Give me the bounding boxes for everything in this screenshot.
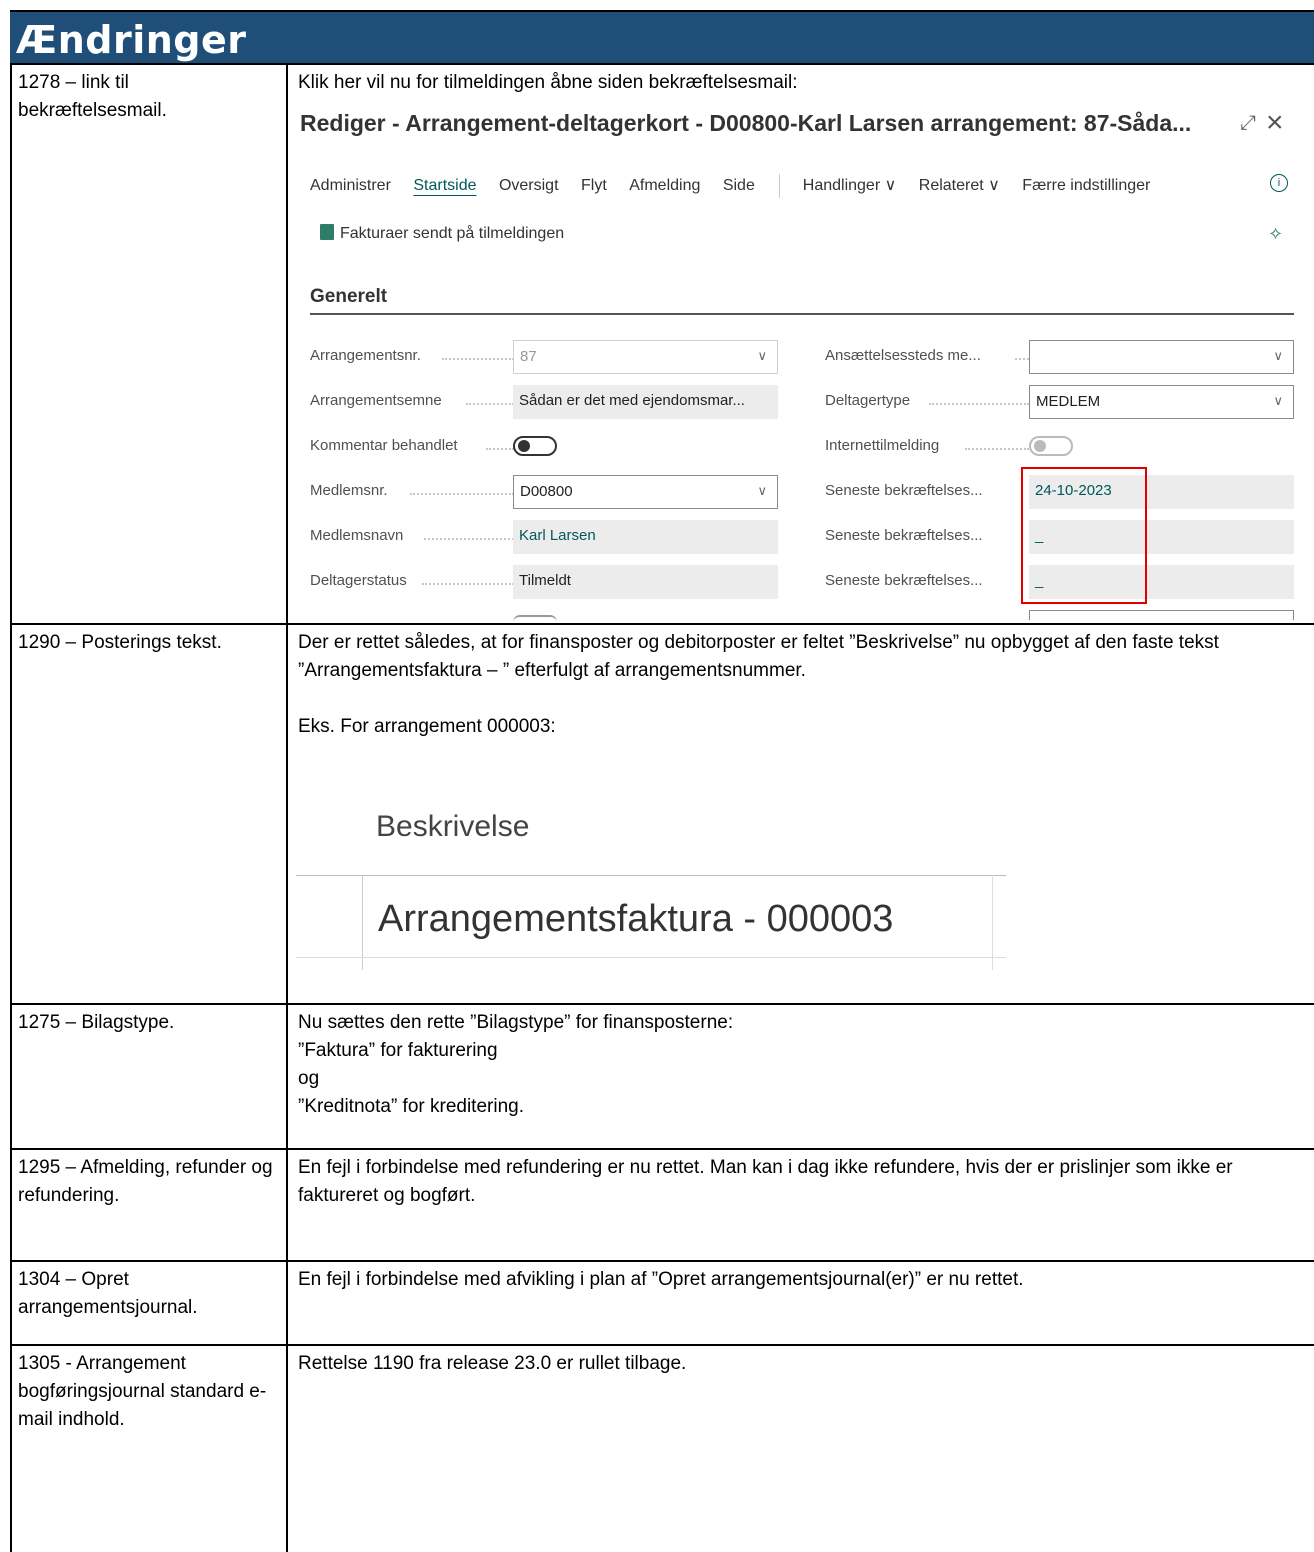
field-label: Medlemsnr. <box>310 482 388 499</box>
highlight-box <box>1021 467 1147 604</box>
change-id: 1305 - Arrangement bogføringsjournal sta… <box>10 1346 288 1552</box>
field-arrangementsemne: Arrangementsemne Sådan er det med ejendo… <box>310 385 778 419</box>
field-ansaettelsessted: Ansættelsessteds me... ∨ <box>825 340 1294 374</box>
kommentar-toggle[interactable] <box>513 436 557 456</box>
chevron-down-icon: ∨ <box>1273 348 1283 363</box>
table-row: 1295 – Afmelding, refunder og refunderin… <box>10 1150 1314 1262</box>
change-description: En fejl i forbindelse med afvikling i pl… <box>296 1262 1314 1344</box>
menu-item-handlinger[interactable]: Handlinger ∨ <box>803 175 897 195</box>
description-text: Klik her vil nu for tilmeldingen åbne si… <box>298 72 798 93</box>
description-line: Nu sættes den rette ”Bilagstype” for fin… <box>298 1012 734 1033</box>
section-divider <box>310 313 1294 315</box>
field-label: Medlemsnavn <box>310 527 404 544</box>
description-line: og <box>298 1068 320 1089</box>
menu-item-startside[interactable]: Startside <box>413 177 476 195</box>
menu-item-side[interactable]: Side <box>723 177 755 195</box>
field-label: Seneste bekræftelses... <box>825 572 983 589</box>
field-label: Kommentar behandlet <box>310 437 458 454</box>
menu-item-faerre-indstillinger[interactable]: Færre indstillinger <box>1022 177 1150 195</box>
beskrivelse-screenshot: Beskrivelse Arrangementsfaktura - 000003 <box>296 810 1006 970</box>
field-label: Seneste bekræftelses... <box>825 482 983 499</box>
card-menu: Administrer Startside Oversigt Flyt Afme… <box>310 174 1168 202</box>
deltagerstatus-value: Tilmeldt <box>513 565 778 599</box>
field-label: Deltagertype <box>825 392 911 409</box>
card-title: Rediger - Arrangement-deltagerkort - D00… <box>300 110 1192 136</box>
document-icon <box>320 224 334 240</box>
field-label: Deltagerstatus <box>310 572 407 589</box>
beskrivelse-value: Arrangementsfaktura - 000003 <box>378 898 894 940</box>
description-text: Rettelse 1190 fra release 23.0 er rullet… <box>298 1353 687 1374</box>
section-header: Ændringer <box>10 10 1314 65</box>
pin-icon[interactable]: ✧ <box>1268 224 1283 245</box>
change-id: 1295 – Afmelding, refunder og refunderin… <box>10 1150 288 1260</box>
menu-divider <box>779 174 781 198</box>
field-label: Seneste bekræftelses... <box>825 527 983 544</box>
deltagertype-input[interactable]: MEDLEM ∨ <box>1029 385 1294 419</box>
field-kommentar-behandlet: Kommentar behandlet <box>310 430 778 464</box>
change-id: 1278 – link til bekræftelsesmail. <box>10 65 288 623</box>
medlemsnavn-link[interactable]: Karl Larsen <box>513 520 778 554</box>
field-medlemsnr: Medlemsnr. D00800 ∨ <box>310 475 778 509</box>
change-id: 1275 – Bilagstype. <box>10 1005 288 1148</box>
change-id: 1290 – Posterings tekst. <box>10 625 288 1003</box>
field-label: Arrangementsemne <box>310 392 442 409</box>
change-id: 1304 – Opret arrangementsjournal. <box>10 1262 288 1344</box>
internettilmelding-toggle[interactable] <box>1029 436 1073 456</box>
field-medlemsnavn: Medlemsnavn Karl Larsen <box>310 520 778 554</box>
menu-item-relateret[interactable]: Relateret ∨ <box>919 175 1000 195</box>
field-label: Internettilmelding <box>825 437 940 454</box>
description-line: ”Kreditnota” for kreditering. <box>298 1096 524 1117</box>
change-description: Rettelse 1190 fra release 23.0 er rullet… <box>296 1346 1314 1552</box>
beskrivelse-header: Beskrivelse <box>376 810 530 843</box>
menu-item-oversigt[interactable]: Oversigt <box>499 177 559 195</box>
change-description: Nu sættes den rette ”Bilagstype” for fin… <box>296 1005 1314 1148</box>
info-icon[interactable]: i <box>1270 174 1288 192</box>
close-icon[interactable]: × <box>1266 106 1284 140</box>
field-deltagerstatus: Deltagerstatus Tilmeldt <box>310 565 778 599</box>
chevron-down-icon: ∨ <box>757 483 767 498</box>
arrangementsemne-value: Sådan er det med ejendomsmar... <box>513 385 778 419</box>
section-title: Ændringer <box>16 18 247 62</box>
description-text: Der er rettet således, at for finanspost… <box>298 632 1219 681</box>
example-text: Eks. For arrangement 000003: <box>298 716 556 737</box>
action-fakturaer-sendt[interactable]: Fakturaer sendt på tilmeldingen <box>320 224 564 243</box>
field-label: Ansættelsessteds me... <box>825 347 981 364</box>
table-row: 1305 - Arrangement bogføringsjournal sta… <box>10 1346 1314 1552</box>
section-generelt: Generelt <box>310 286 388 307</box>
field-internettilmelding: Internettilmelding <box>825 430 1294 464</box>
field-arrangementsnr: Arrangementsnr. 87 ∨ <box>310 340 778 374</box>
table-row: 1304 – Opret arrangementsjournal. En fej… <box>10 1262 1314 1346</box>
table-row: 1275 – Bilagstype. Nu sættes den rette ”… <box>10 1005 1314 1150</box>
chevron-down-icon: ∨ <box>1273 393 1283 408</box>
field-label: Arrangementsnr. <box>310 347 421 364</box>
bc-card-screenshot: Rediger - Arrangement-deltagerkort - D00… <box>288 100 1304 620</box>
menu-item-administrer[interactable]: Administrer <box>310 177 391 195</box>
description-line: ”Faktura” for fakturering <box>298 1040 498 1061</box>
ansaettelsessted-input[interactable]: ∨ <box>1029 340 1294 374</box>
arrangementsnr-input[interactable]: 87 ∨ <box>513 340 778 374</box>
partial-field <box>1029 610 1294 620</box>
field-deltagertype: Deltagertype MEDLEM ∨ <box>825 385 1294 419</box>
menu-item-afmelding[interactable]: Afmelding <box>629 177 700 195</box>
description-text: En fejl i forbindelse med refundering er… <box>298 1157 1233 1206</box>
change-description: En fejl i forbindelse med refundering er… <box>296 1150 1314 1260</box>
expand-icon[interactable]: ⤢ <box>1240 112 1256 135</box>
chevron-down-icon: ∨ <box>757 348 767 363</box>
action-label: Fakturaer sendt på tilmeldingen <box>340 225 565 242</box>
partial-toggle <box>513 615 557 622</box>
medlemsnr-input[interactable]: D00800 ∨ <box>513 475 778 509</box>
description-text: En fejl i forbindelse med afvikling i pl… <box>298 1269 1024 1290</box>
menu-item-flyt[interactable]: Flyt <box>581 177 607 195</box>
